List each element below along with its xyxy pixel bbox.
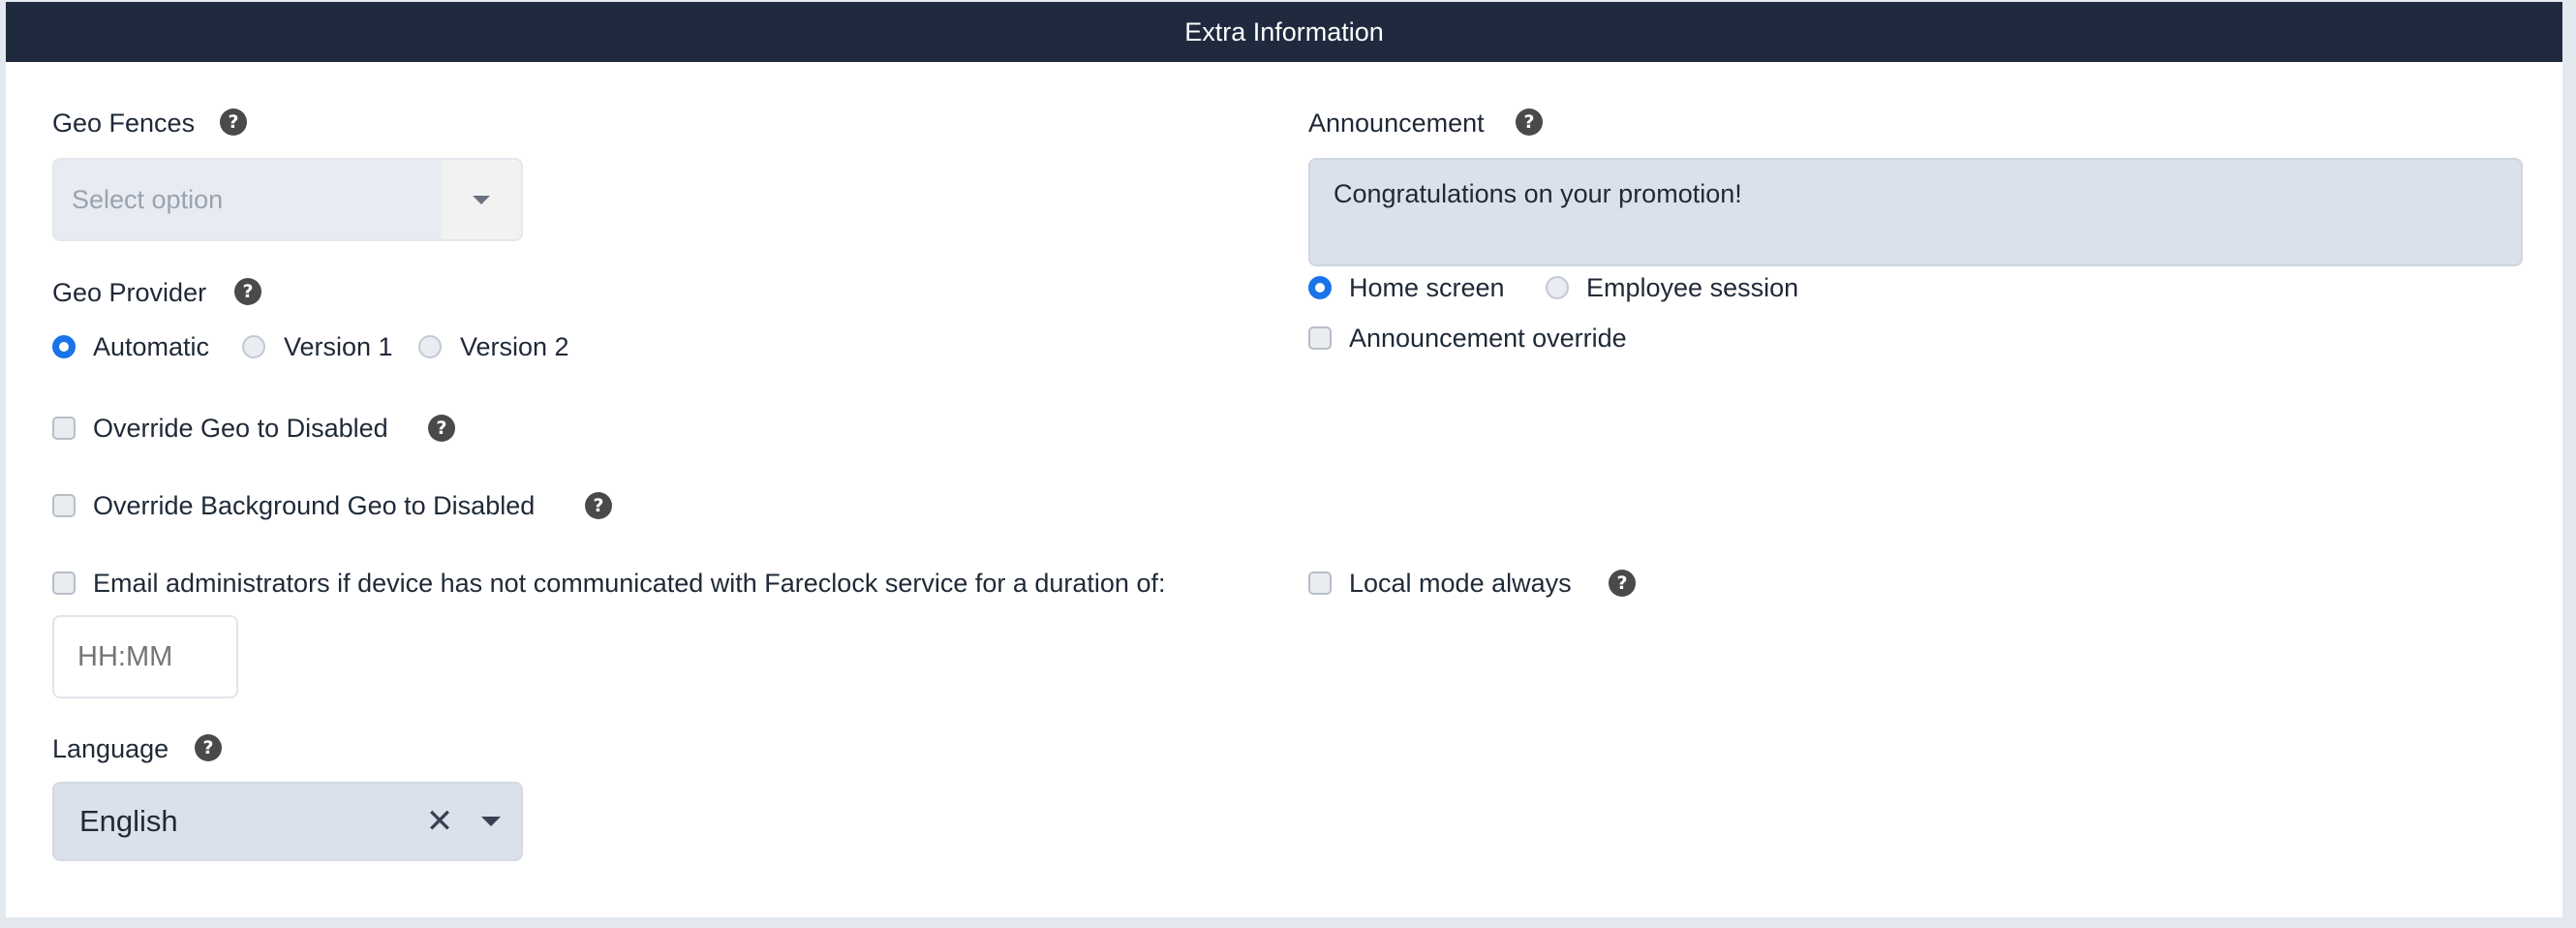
- announcement-text: Congratulations on your promotion!: [1334, 179, 1742, 208]
- announcement-label: Announcement: [1308, 108, 1485, 138]
- email-admins-label[interactable]: Email administrators if device has not c…: [93, 568, 1165, 599]
- override-geo-checkbox[interactable]: [52, 417, 76, 440]
- geo-fences-select[interactable]: Select option: [52, 158, 523, 241]
- help-icon[interactable]: ?: [428, 415, 455, 442]
- caret-down-icon: [473, 195, 490, 204]
- geo-provider-option-version2[interactable]: Version 2: [460, 331, 569, 362]
- announcement-option-home-screen[interactable]: Home screen: [1349, 272, 1505, 303]
- geo-provider-option-version1[interactable]: Version 1: [284, 331, 393, 362]
- override-bg-geo-label[interactable]: Override Background Geo to Disabled: [93, 490, 535, 521]
- help-icon[interactable]: ?: [195, 734, 222, 761]
- help-icon[interactable]: ?: [1516, 108, 1543, 136]
- geo-provider-version1-radio[interactable]: [242, 335, 265, 358]
- announcement-home-screen-radio[interactable]: [1308, 276, 1332, 299]
- language-select[interactable]: English ✕: [52, 782, 523, 861]
- panel-title: Extra Information: [1184, 16, 1384, 46]
- caret-down-icon: [481, 817, 501, 826]
- local-mode-checkbox[interactable]: [1308, 572, 1332, 595]
- language-value: English: [79, 804, 178, 838]
- help-icon[interactable]: ?: [234, 278, 261, 305]
- override-bg-geo-checkbox[interactable]: [52, 494, 76, 517]
- announcement-employee-session-radio[interactable]: [1546, 276, 1569, 299]
- geo-provider-option-automatic[interactable]: Automatic: [93, 331, 209, 362]
- language-label: Language: [52, 734, 169, 763]
- panel-header: Extra Information: [6, 2, 2562, 62]
- help-icon[interactable]: ?: [220, 108, 247, 136]
- announcement-override-label[interactable]: Announcement override: [1349, 323, 1627, 354]
- announcement-textarea[interactable]: Congratulations on your promotion!: [1308, 158, 2523, 266]
- announcement-override-checkbox[interactable]: [1308, 326, 1332, 350]
- clear-icon[interactable]: ✕: [418, 802, 461, 841]
- override-geo-label[interactable]: Override Geo to Disabled: [93, 413, 388, 444]
- geo-provider-label: Geo Provider: [52, 278, 207, 307]
- duration-input[interactable]: [52, 615, 238, 698]
- geo-fences-dropdown-toggle[interactable]: [442, 160, 521, 239]
- geo-fences-placeholder: Select option: [72, 184, 224, 214]
- extra-information-panel: Extra Information Geo Fences ? Select op…: [6, 2, 2562, 917]
- help-icon[interactable]: ?: [1609, 570, 1636, 597]
- language-dropdown-toggle[interactable]: [461, 817, 521, 826]
- geo-provider-automatic-radio[interactable]: [52, 335, 76, 358]
- help-icon[interactable]: ?: [585, 492, 612, 519]
- announcement-option-employee-session[interactable]: Employee session: [1586, 272, 1798, 303]
- geo-provider-version2-radio[interactable]: [418, 335, 442, 358]
- geo-fences-label: Geo Fences: [52, 108, 196, 138]
- local-mode-label[interactable]: Local mode always: [1349, 568, 1572, 599]
- email-admins-checkbox[interactable]: [52, 572, 76, 595]
